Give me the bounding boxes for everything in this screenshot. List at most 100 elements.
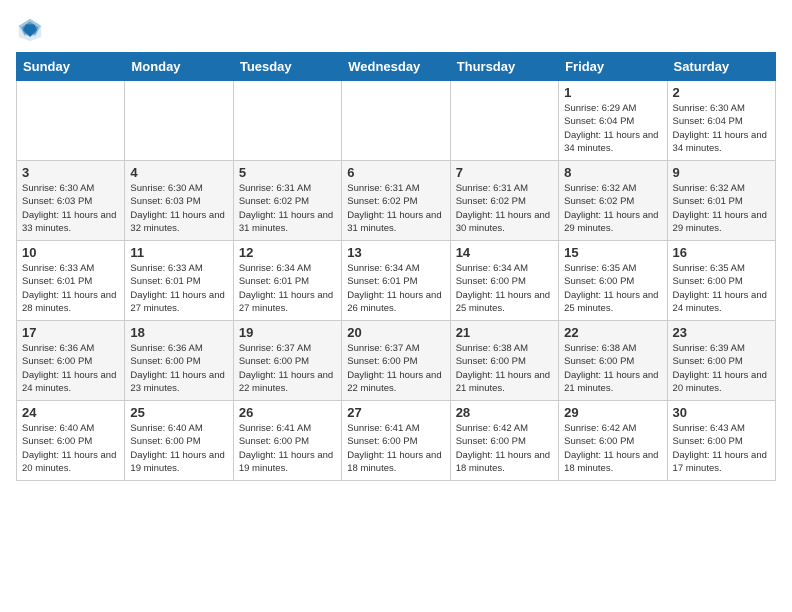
calendar-cell: 9 Sunrise: 6:32 AM Sunset: 6:01 PM Daylig…: [667, 161, 775, 241]
calendar-cell: 1 Sunrise: 6:29 AM Sunset: 6:04 PM Daylig…: [559, 81, 667, 161]
logo-icon: [16, 16, 44, 44]
day-number: 18: [130, 325, 227, 340]
day-number: 8: [564, 165, 661, 180]
day-detail: Sunrise: 6:43 AM Sunset: 6:00 PM Dayligh…: [673, 422, 770, 475]
calendar-cell: [233, 81, 341, 161]
logo: [16, 16, 48, 44]
day-detail: Sunrise: 6:42 AM Sunset: 6:00 PM Dayligh…: [564, 422, 661, 475]
calendar-cell: 2 Sunrise: 6:30 AM Sunset: 6:04 PM Daylig…: [667, 81, 775, 161]
day-number: 11: [130, 245, 227, 260]
col-header-friday: Friday: [559, 53, 667, 81]
day-number: 6: [347, 165, 444, 180]
calendar-table: SundayMondayTuesdayWednesdayThursdayFrid…: [16, 52, 776, 481]
day-number: 16: [673, 245, 770, 260]
day-number: 24: [22, 405, 119, 420]
calendar-week-row: 24 Sunrise: 6:40 AM Sunset: 6:00 PM Dayli…: [17, 401, 776, 481]
day-detail: Sunrise: 6:40 AM Sunset: 6:00 PM Dayligh…: [130, 422, 227, 475]
calendar-cell: 6 Sunrise: 6:31 AM Sunset: 6:02 PM Daylig…: [342, 161, 450, 241]
day-number: 14: [456, 245, 553, 260]
day-number: 30: [673, 405, 770, 420]
calendar-cell: 22Sunrise: 6:38 AM Sunset: 6:00 PM Dayli…: [559, 321, 667, 401]
calendar-cell: [17, 81, 125, 161]
day-number: 13: [347, 245, 444, 260]
day-detail: Sunrise: 6:36 AM Sunset: 6:00 PM Dayligh…: [130, 342, 227, 395]
calendar-cell: 3 Sunrise: 6:30 AM Sunset: 6:03 PM Daylig…: [17, 161, 125, 241]
calendar-cell: 23 Sunrise: 6:39 AM Sunset: 6:00 PM Dayli…: [667, 321, 775, 401]
day-detail: Sunrise: 6:32 AM Sunset: 6:01 PM Dayligh…: [673, 182, 770, 235]
day-number: 21: [456, 325, 553, 340]
day-detail: Sunrise: 6:41 AM Sunset: 6:00 PM Dayligh…: [347, 422, 444, 475]
col-header-thursday: Thursday: [450, 53, 558, 81]
day-detail: Sunrise: 6:38 AM Sunset: 6:00 PM Dayligh…: [564, 342, 661, 395]
day-number: 27: [347, 405, 444, 420]
day-number: 12: [239, 245, 336, 260]
col-header-monday: Monday: [125, 53, 233, 81]
day-detail: Sunrise: 6:34 AM Sunset: 6:01 PM Dayligh…: [347, 262, 444, 315]
day-detail: Sunrise: 6:42 AM Sunset: 6:00 PM Dayligh…: [456, 422, 553, 475]
calendar-cell: 28 Sunrise: 6:42 AM Sunset: 6:00 PM Dayli…: [450, 401, 558, 481]
calendar-cell: 26Sunrise: 6:41 AM Sunset: 6:00 PM Dayli…: [233, 401, 341, 481]
calendar-cell: 18 Sunrise: 6:36 AM Sunset: 6:00 PM Dayli…: [125, 321, 233, 401]
day-number: 10: [22, 245, 119, 260]
day-number: 23: [673, 325, 770, 340]
calendar-cell: [450, 81, 558, 161]
calendar-cell: 5Sunrise: 6:31 AM Sunset: 6:02 PM Daylig…: [233, 161, 341, 241]
col-header-saturday: Saturday: [667, 53, 775, 81]
day-detail: Sunrise: 6:30 AM Sunset: 6:03 PM Dayligh…: [22, 182, 119, 235]
calendar-cell: 15 Sunrise: 6:35 AM Sunset: 6:00 PM Dayli…: [559, 241, 667, 321]
day-detail: Sunrise: 6:30 AM Sunset: 6:04 PM Dayligh…: [673, 102, 770, 155]
calendar-cell: 21 Sunrise: 6:38 AM Sunset: 6:00 PM Dayli…: [450, 321, 558, 401]
day-detail: Sunrise: 6:38 AM Sunset: 6:00 PM Dayligh…: [456, 342, 553, 395]
calendar-cell: 24 Sunrise: 6:40 AM Sunset: 6:00 PM Dayli…: [17, 401, 125, 481]
day-number: 1: [564, 85, 661, 100]
calendar-cell: 10Sunrise: 6:33 AM Sunset: 6:01 PM Dayli…: [17, 241, 125, 321]
day-number: 9: [673, 165, 770, 180]
calendar-cell: 8 Sunrise: 6:32 AM Sunset: 6:02 PM Daylig…: [559, 161, 667, 241]
col-header-sunday: Sunday: [17, 53, 125, 81]
day-number: 3: [22, 165, 119, 180]
calendar-cell: 11 Sunrise: 6:33 AM Sunset: 6:01 PM Dayli…: [125, 241, 233, 321]
col-header-tuesday: Tuesday: [233, 53, 341, 81]
day-number: 20: [347, 325, 444, 340]
day-detail: Sunrise: 6:34 AM Sunset: 6:01 PM Dayligh…: [239, 262, 336, 315]
day-detail: Sunrise: 6:40 AM Sunset: 6:00 PM Dayligh…: [22, 422, 119, 475]
page-header: [16, 16, 776, 44]
day-detail: Sunrise: 6:31 AM Sunset: 6:02 PM Dayligh…: [347, 182, 444, 235]
day-number: 2: [673, 85, 770, 100]
day-number: 28: [456, 405, 553, 420]
calendar-cell: 4Sunrise: 6:30 AM Sunset: 6:03 PM Daylig…: [125, 161, 233, 241]
day-number: 17: [22, 325, 119, 340]
calendar-cell: 7 Sunrise: 6:31 AM Sunset: 6:02 PM Daylig…: [450, 161, 558, 241]
calendar-cell: 25 Sunrise: 6:40 AM Sunset: 6:00 PM Dayli…: [125, 401, 233, 481]
calendar-cell: 30 Sunrise: 6:43 AM Sunset: 6:00 PM Dayli…: [667, 401, 775, 481]
day-number: 19: [239, 325, 336, 340]
day-detail: Sunrise: 6:39 AM Sunset: 6:00 PM Dayligh…: [673, 342, 770, 395]
day-number: 4: [130, 165, 227, 180]
day-number: 5: [239, 165, 336, 180]
calendar-cell: 13 Sunrise: 6:34 AM Sunset: 6:01 PM Dayli…: [342, 241, 450, 321]
day-number: 15: [564, 245, 661, 260]
calendar-cell: 16 Sunrise: 6:35 AM Sunset: 6:00 PM Dayli…: [667, 241, 775, 321]
calendar-cell: 29 Sunrise: 6:42 AM Sunset: 6:00 PM Dayli…: [559, 401, 667, 481]
calendar-week-row: 17 Sunrise: 6:36 AM Sunset: 6:00 PM Dayli…: [17, 321, 776, 401]
day-detail: Sunrise: 6:35 AM Sunset: 6:00 PM Dayligh…: [673, 262, 770, 315]
day-number: 26: [239, 405, 336, 420]
day-detail: Sunrise: 6:32 AM Sunset: 6:02 PM Dayligh…: [564, 182, 661, 235]
calendar-cell: [125, 81, 233, 161]
day-detail: Sunrise: 6:35 AM Sunset: 6:00 PM Dayligh…: [564, 262, 661, 315]
day-number: 7: [456, 165, 553, 180]
calendar-cell: 14 Sunrise: 6:34 AM Sunset: 6:00 PM Dayli…: [450, 241, 558, 321]
calendar-cell: 12 Sunrise: 6:34 AM Sunset: 6:01 PM Dayli…: [233, 241, 341, 321]
day-number: 25: [130, 405, 227, 420]
calendar-cell: 20Sunrise: 6:37 AM Sunset: 6:00 PM Dayli…: [342, 321, 450, 401]
day-detail: Sunrise: 6:31 AM Sunset: 6:02 PM Dayligh…: [456, 182, 553, 235]
day-detail: Sunrise: 6:33 AM Sunset: 6:01 PM Dayligh…: [130, 262, 227, 315]
day-detail: Sunrise: 6:29 AM Sunset: 6:04 PM Dayligh…: [564, 102, 661, 155]
day-detail: Sunrise: 6:34 AM Sunset: 6:00 PM Dayligh…: [456, 262, 553, 315]
calendar-cell: 17Sunrise: 6:36 AM Sunset: 6:00 PM Dayli…: [17, 321, 125, 401]
calendar-week-row: 10 Sunrise: 6:33 AM Sunset: 6:01 PM Dayli…: [17, 241, 776, 321]
calendar-cell: 19Sunrise: 6:37 AM Sunset: 6:00 PM Dayli…: [233, 321, 341, 401]
calendar-header-row: SundayMondayTuesdayWednesdayThursdayFrid…: [17, 53, 776, 81]
calendar-cell: [342, 81, 450, 161]
day-number: 29: [564, 405, 661, 420]
